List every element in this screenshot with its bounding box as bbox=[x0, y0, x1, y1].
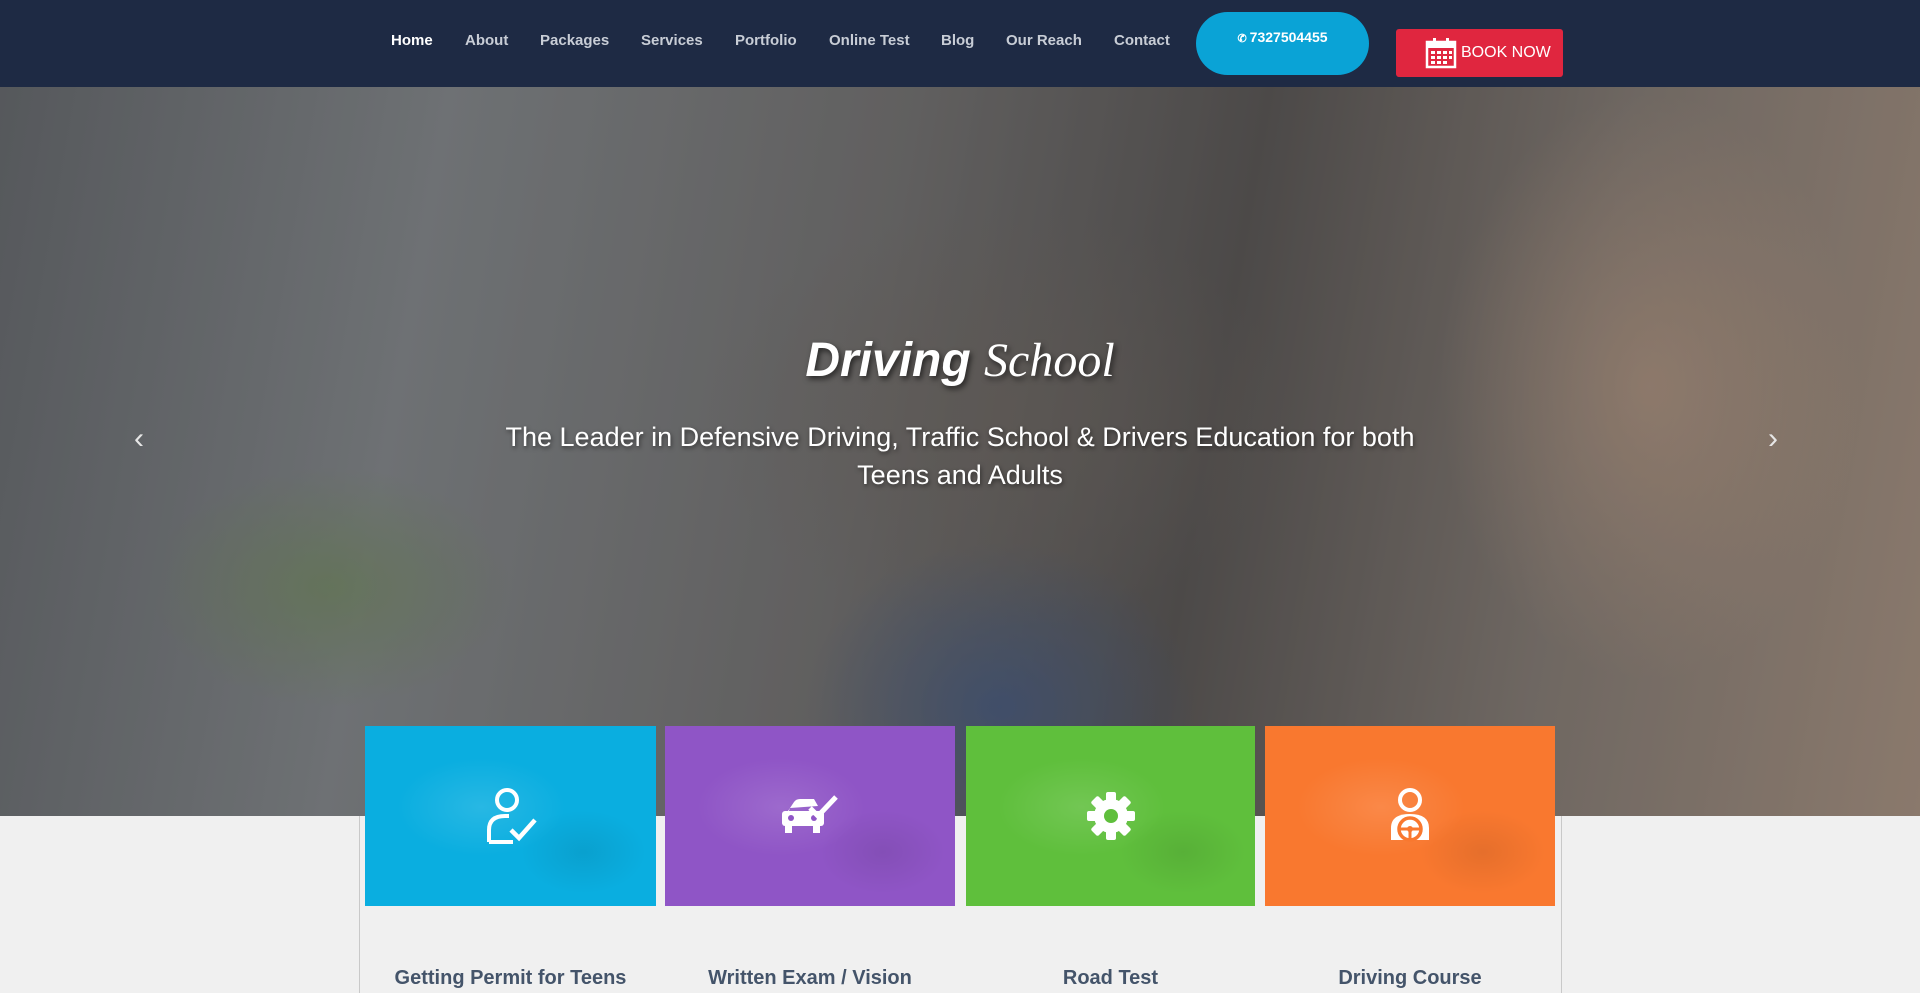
nav-item-services[interactable]: Services bbox=[641, 32, 703, 49]
service-tile-driving-course[interactable] bbox=[1265, 726, 1555, 906]
hero-title-serif: School bbox=[984, 334, 1115, 387]
service-tile-road-test[interactable] bbox=[966, 726, 1255, 906]
service-label-road-test[interactable]: Road Test bbox=[966, 967, 1255, 990]
phone-number: 7327504455 bbox=[1249, 29, 1328, 45]
hero-carousel: Driving School The Leader in Defensive D… bbox=[0, 87, 1920, 816]
nav-item-contact[interactable]: Contact bbox=[1114, 32, 1170, 49]
nav-item-packages[interactable]: Packages bbox=[540, 32, 609, 49]
book-now-button[interactable]: BOOK NOW bbox=[1396, 29, 1563, 77]
top-navbar: Home About Packages Services Portfolio O… bbox=[0, 0, 1920, 87]
nav-item-blog[interactable]: Blog bbox=[941, 32, 974, 49]
nav-item-about[interactable]: About bbox=[465, 32, 508, 49]
nav-item-home[interactable]: Home bbox=[391, 32, 433, 49]
phone-button[interactable]: ✆ 7327504455 bbox=[1196, 12, 1369, 75]
hero-title: Driving School bbox=[0, 333, 1920, 388]
car-check-icon bbox=[782, 795, 838, 833]
nav-item-portfolio[interactable]: Portfolio bbox=[735, 32, 797, 49]
nav-item-online-test[interactable]: Online Test bbox=[829, 32, 910, 49]
book-now-label: BOOK NOW bbox=[1461, 44, 1551, 61]
calendar-icon bbox=[1425, 38, 1457, 69]
service-label-permit[interactable]: Getting Permit for Teens bbox=[365, 967, 656, 990]
driver-icon bbox=[1391, 788, 1429, 842]
nav-item-our-reach[interactable]: Our Reach bbox=[1006, 32, 1082, 49]
service-label-written-exam[interactable]: Written Exam / Vision bbox=[665, 967, 955, 990]
hero-subtitle: The Leader in Defensive Driving, Traffic… bbox=[505, 422, 1415, 490]
chevron-right-icon[interactable]: › bbox=[1768, 422, 1778, 456]
chevron-left-icon[interactable]: ‹ bbox=[134, 422, 144, 456]
service-tile-permit[interactable] bbox=[365, 726, 656, 906]
user-check-icon bbox=[486, 788, 537, 844]
hero-title-bold: Driving bbox=[805, 334, 971, 387]
gear-icon bbox=[1086, 792, 1135, 840]
service-label-driving-course[interactable]: Driving Course bbox=[1265, 967, 1555, 990]
service-tile-written-exam[interactable] bbox=[665, 726, 955, 906]
phone-icon: ✆ bbox=[1237, 33, 1247, 45]
